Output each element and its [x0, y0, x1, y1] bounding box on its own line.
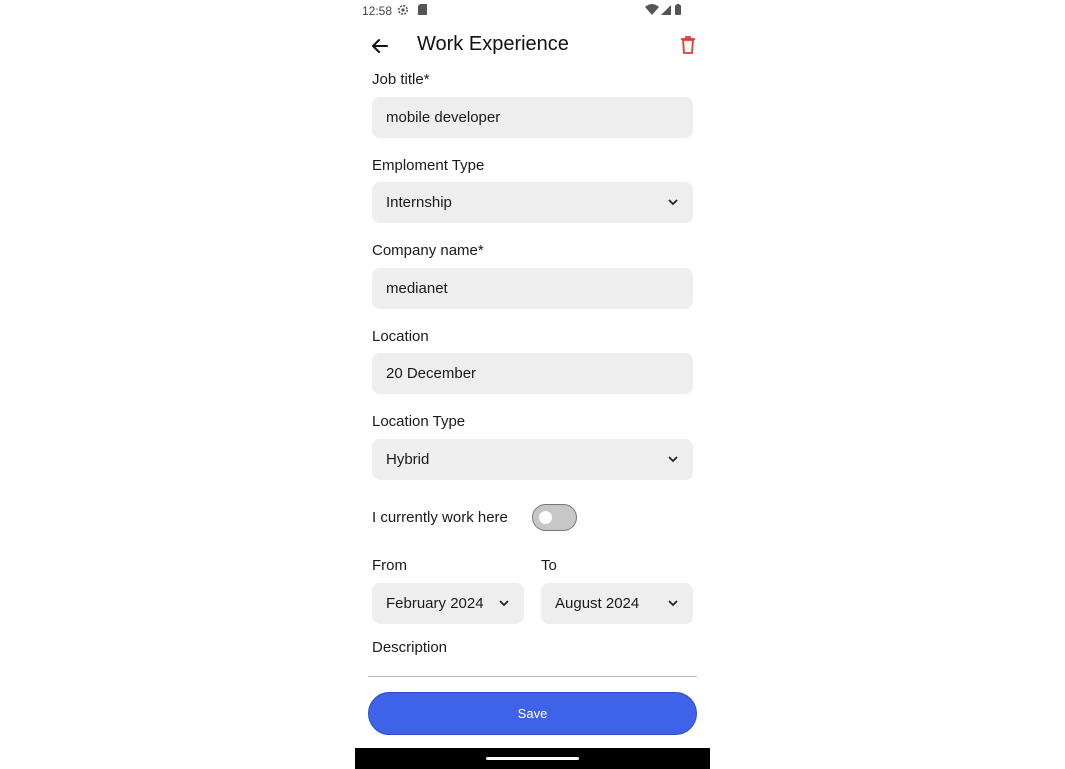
current-work-toggle[interactable]: [532, 504, 577, 531]
battery-icon: [675, 5, 681, 15]
employment-type-label: Emploment Type: [372, 157, 485, 174]
location-type-label: Location Type: [372, 413, 466, 430]
employment-type-value: Internship: [386, 194, 452, 211]
location-label: Location: [372, 328, 429, 345]
description-label: Description: [372, 639, 448, 656]
chevron-down-icon: [668, 600, 678, 607]
home-indicator[interactable]: [486, 757, 579, 760]
wifi-icon: [645, 4, 659, 15]
from-label: From: [372, 557, 407, 574]
to-value: August 2024: [555, 595, 640, 612]
to-label: To: [541, 557, 557, 574]
employment-type-dropdown[interactable]: Internship: [372, 182, 693, 223]
company-name-input[interactable]: medianet: [372, 268, 693, 309]
job-title-label: Job title*: [372, 71, 430, 88]
description-input-underline[interactable]: [368, 676, 697, 677]
back-arrow-icon[interactable]: [369, 35, 391, 57]
signal-icon: [661, 5, 671, 15]
job-title-input[interactable]: mobile developer: [372, 97, 693, 138]
settings-icon: [398, 5, 408, 15]
chevron-down-icon: [499, 600, 509, 607]
app-bar: Work Experience: [355, 26, 710, 66]
sim-card-icon: [418, 4, 427, 15]
status-time: 12:58: [362, 4, 393, 18]
location-type-value: Hybrid: [386, 451, 430, 468]
company-name-label: Company name*: [372, 242, 484, 259]
location-type-dropdown[interactable]: Hybrid: [372, 439, 693, 480]
chevron-down-icon: [668, 456, 678, 463]
page-title: Work Experience: [417, 33, 569, 55]
toggle-knob: [539, 511, 552, 524]
location-input[interactable]: 20 December: [372, 353, 693, 394]
trash-icon[interactable]: [678, 35, 698, 55]
chevron-down-icon: [668, 199, 678, 206]
status-icons: [645, 4, 681, 15]
from-value: February 2024: [386, 595, 484, 612]
current-work-label: I currently work here: [372, 509, 508, 526]
phone-screen: 12:58 Work Experience Job title* mobile …: [355, 0, 710, 769]
to-dropdown[interactable]: August 2024: [541, 583, 693, 624]
from-dropdown[interactable]: February 2024: [372, 583, 524, 624]
navigation-bar: [355, 748, 710, 769]
status-bar: 12:58: [355, 0, 710, 22]
save-button[interactable]: Save: [368, 692, 697, 735]
